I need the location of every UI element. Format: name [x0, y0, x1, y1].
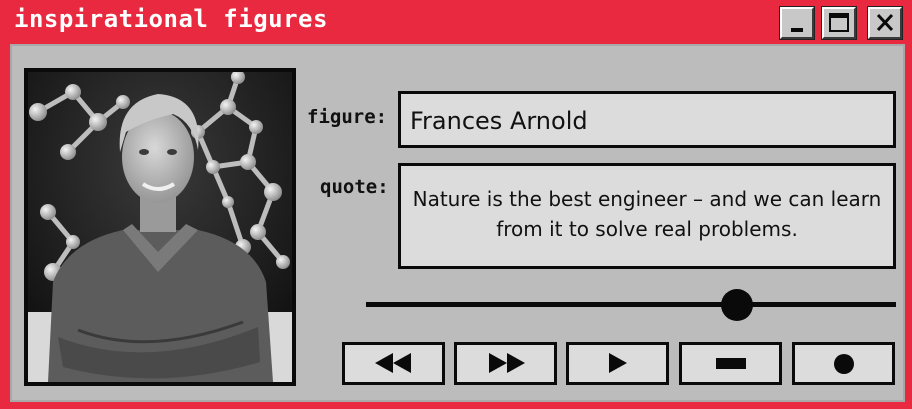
record-button[interactable] [792, 342, 895, 385]
play-icon [609, 353, 627, 373]
stop-button[interactable] [679, 342, 782, 385]
quote-label: quote: [320, 176, 389, 198]
fast-forward-icon [489, 353, 525, 373]
rewind-button[interactable] [342, 342, 445, 385]
progress-slider-thumb[interactable] [721, 289, 753, 321]
figure-label: figure: [307, 106, 388, 128]
quote-field[interactable]: Nature is the best engineer – and we can… [398, 163, 896, 269]
close-icon [876, 13, 894, 32]
window-title: inspirational figures [14, 5, 328, 33]
app-window: inspirational figures figure: Frances Ar… [0, 0, 912, 409]
progress-slider-track[interactable] [366, 302, 896, 307]
close-button[interactable] [868, 7, 902, 39]
maximize-button[interactable] [822, 7, 856, 39]
figure-field[interactable]: Frances Arnold [398, 91, 896, 148]
play-button[interactable] [566, 342, 669, 385]
portrait-photo [24, 68, 296, 386]
record-icon [834, 354, 854, 374]
fast-forward-button[interactable] [454, 342, 557, 385]
stop-icon [716, 358, 746, 369]
rewind-icon [375, 353, 411, 373]
minimize-icon [791, 28, 803, 32]
maximize-icon [829, 13, 849, 32]
minimize-button[interactable] [780, 7, 814, 39]
